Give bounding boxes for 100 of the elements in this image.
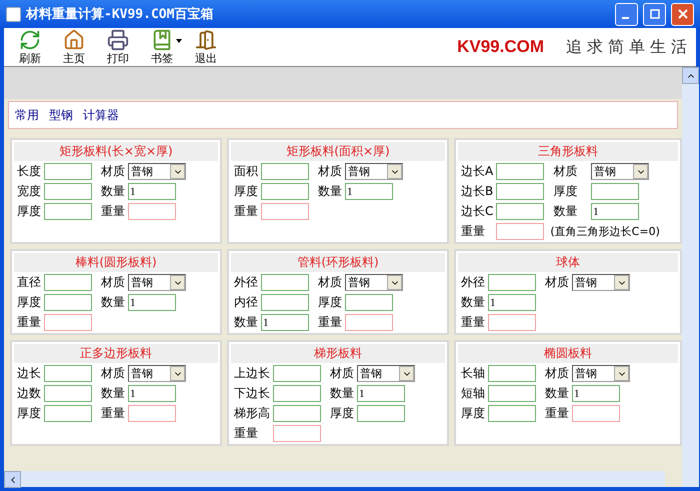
toolbar-button[interactable]: 刷新 [8, 28, 52, 66]
toolbar-button[interactable]: 打印 [96, 28, 140, 66]
result-field[interactable] [128, 405, 176, 422]
field-label: 厚度 [234, 183, 258, 200]
result-field[interactable] [273, 425, 321, 442]
field-label: 数量 [330, 385, 354, 402]
printer-icon [107, 28, 129, 50]
minimize-icon [622, 17, 628, 19]
field-label: 重量 [318, 314, 342, 331]
toolbar-button[interactable]: 主页 [52, 28, 96, 66]
maximize-button[interactable] [643, 2, 666, 26]
input-field[interactable] [357, 405, 405, 422]
input-field[interactable] [345, 294, 393, 311]
field-label: 数量 [318, 183, 342, 200]
field-label: 数量 [545, 385, 569, 402]
close-button[interactable] [671, 2, 694, 26]
result-field[interactable] [44, 314, 92, 331]
input-field[interactable] [273, 365, 321, 382]
material-dropdown[interactable]: 普钢 [345, 163, 403, 180]
field-label: 直径 [17, 274, 41, 291]
input-field[interactable] [496, 163, 544, 180]
input-field[interactable] [44, 163, 92, 180]
nav-link[interactable]: 计算器 [83, 106, 119, 124]
material-dropdown[interactable]: 普钢 [128, 274, 186, 291]
result-field[interactable] [572, 405, 620, 422]
field-label: 下边长 [234, 385, 270, 402]
panel-title: 矩形板料(面积×厚) [231, 142, 445, 161]
input-field[interactable] [44, 203, 92, 220]
panel-title: 梯形板料 [231, 344, 445, 363]
result-field[interactable] [488, 314, 536, 331]
input-field[interactable]: 1 [345, 183, 393, 200]
field-label: 重量 [17, 314, 41, 331]
input-field[interactable] [488, 365, 536, 382]
home-icon [63, 28, 85, 50]
door-icon [195, 28, 217, 50]
input-field[interactable]: 1 [128, 183, 176, 200]
field-label: 面积 [234, 163, 258, 180]
input-field[interactable]: 1 [357, 385, 405, 402]
input-field[interactable]: 1 [572, 385, 620, 402]
result-field[interactable] [345, 314, 393, 331]
material-dropdown[interactable]: 普钢 [128, 163, 186, 180]
field-label: 重量 [545, 405, 569, 422]
input-field[interactable]: 1 [261, 314, 309, 331]
input-field[interactable] [44, 294, 92, 311]
input-field[interactable] [261, 294, 309, 311]
field-label: 边长C [461, 203, 494, 220]
field-label: 重量 [461, 314, 485, 331]
input-field[interactable] [496, 203, 544, 220]
panel-title: 球体 [458, 253, 678, 272]
vertical-scrollbar[interactable] [682, 67, 699, 487]
book-icon [151, 28, 173, 50]
scroll-up-button[interactable] [682, 67, 699, 84]
minimize-button[interactable] [615, 2, 638, 26]
nav-link[interactable]: 型钢 [49, 106, 73, 124]
material-dropdown[interactable]: 普钢 [357, 365, 415, 382]
input-field[interactable] [44, 365, 92, 382]
toolbar-button[interactable]: 书签 [140, 28, 184, 66]
field-label: 数量 [234, 314, 258, 331]
brand-logo: KV99.COM [457, 37, 544, 57]
input-field[interactable] [44, 405, 92, 422]
result-field[interactable] [261, 203, 309, 220]
panel-title: 矩形板料(长×宽×厚) [14, 142, 218, 161]
field-label: 重量 [101, 405, 125, 422]
input-field[interactable]: 1 [488, 294, 536, 311]
input-field[interactable] [488, 385, 536, 402]
input-field[interactable] [496, 183, 544, 200]
nav-link[interactable]: 常用 [15, 106, 39, 124]
input-field[interactable] [273, 405, 321, 422]
input-field[interactable] [488, 274, 536, 291]
input-field[interactable]: 1 [128, 385, 176, 402]
field-label: 长轴 [461, 365, 485, 382]
field-label: 厚度 [17, 405, 41, 422]
scroll-left-button[interactable] [4, 471, 21, 488]
material-dropdown[interactable]: 普钢 [572, 365, 630, 382]
input-field[interactable] [261, 183, 309, 200]
input-field[interactable] [44, 385, 92, 402]
input-field[interactable] [591, 183, 640, 200]
field-label: 边长B [461, 183, 494, 200]
material-dropdown[interactable]: 普钢 [128, 365, 186, 382]
toolbar-button[interactable]: 退出 [184, 28, 228, 66]
input-field[interactable] [273, 385, 321, 402]
material-dropdown[interactable]: 普钢 [591, 163, 650, 180]
result-field[interactable] [128, 203, 176, 220]
field-label: 材质 [545, 365, 569, 382]
input-field[interactable] [261, 274, 309, 291]
input-field[interactable]: 1 [591, 203, 640, 220]
result-field[interactable] [496, 223, 544, 240]
refresh-icon [19, 28, 41, 50]
input-field[interactable] [488, 405, 536, 422]
input-field[interactable] [44, 274, 92, 291]
input-field[interactable]: 1 [128, 294, 176, 311]
input-field[interactable] [44, 183, 92, 200]
field-label: 厚度 [17, 294, 41, 311]
input-field[interactable] [261, 163, 309, 180]
material-dropdown[interactable]: 普钢 [345, 274, 403, 291]
field-label: 厚度 [461, 405, 485, 422]
horizontal-scrollbar[interactable] [4, 471, 665, 487]
field-label: 长度 [17, 163, 41, 180]
material-dropdown[interactable]: 普钢 [572, 274, 630, 291]
field-label: 材质 [101, 365, 125, 382]
